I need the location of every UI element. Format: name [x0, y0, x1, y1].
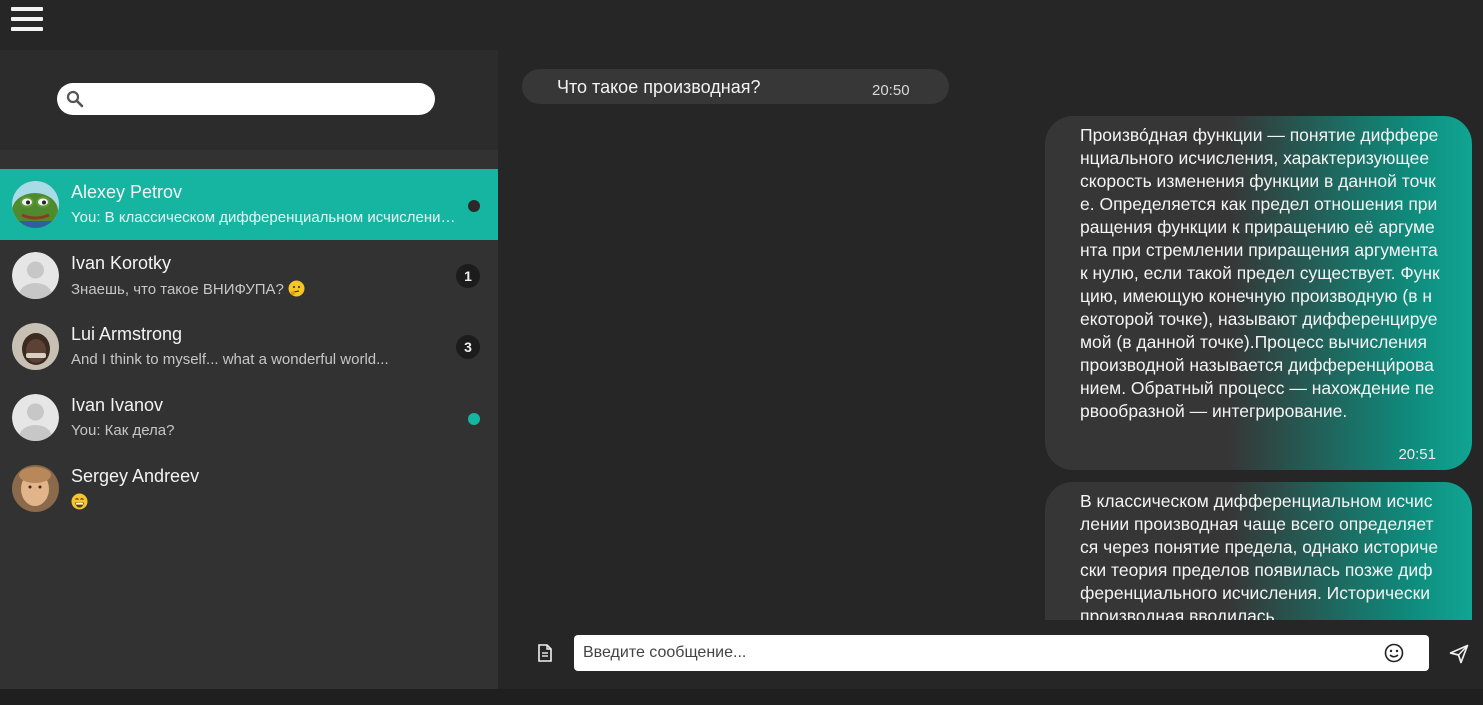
search-box[interactable] — [57, 83, 435, 115]
chat-item-ivan-ivanov[interactable]: Ivan Ivanov You: Как дела? — [0, 382, 498, 453]
chat-name: Ivan Korotky — [71, 253, 172, 273]
chat-name: Sergey Andreev — [71, 466, 200, 486]
send-icon[interactable] — [1449, 644, 1469, 664]
status-dot — [468, 413, 480, 425]
chat-name: Ivan Ivanov — [71, 395, 164, 415]
grinning-face-emoji — [71, 493, 88, 510]
message-text: Произво́дная функции — понятие дифференц… — [1080, 125, 1440, 421]
unread-badge: 1 — [456, 264, 480, 288]
chat-area: Что такое производная? 20:50 Произво́дна… — [498, 50, 1483, 689]
top-bar — [0, 0, 1483, 50]
search-icon — [66, 90, 84, 108]
search-area — [0, 50, 498, 150]
message-time: 20:50 — [872, 82, 910, 99]
sidebar: Alexey Petrov You: В классическом диффер… — [0, 50, 498, 689]
chat-preview: You: В классическом дифференциальном исч… — [71, 209, 457, 226]
chat-name: Lui Armstrong — [71, 324, 183, 344]
message-composer — [498, 620, 1483, 689]
bottom-bar — [0, 689, 1483, 705]
unread-badge: 3 — [456, 335, 480, 359]
message-incoming: Что такое производная? 20:50 — [522, 69, 949, 104]
document-icon[interactable] — [538, 644, 552, 662]
chat-preview: Знаешь, что такое ВНИФУПА? — [71, 280, 457, 298]
chat-preview — [71, 493, 457, 511]
message-box[interactable] — [574, 635, 1429, 671]
chat-preview: And I think to myself... what a wonderfu… — [71, 351, 389, 368]
chat-name: Alexey Petrov — [71, 182, 183, 202]
chat-preview: You: Как дела? — [71, 422, 175, 439]
photo-avatar — [12, 323, 59, 370]
chat-preview-text: Знаешь, что такое ВНИФУПА? — [71, 281, 284, 298]
hamburger-menu-icon[interactable] — [11, 7, 44, 34]
chat-item-lui-armstrong[interactable]: Lui Armstrong And I think to myself... w… — [0, 311, 498, 382]
message-time: 20:51 — [1398, 446, 1436, 463]
chat-item-alexey-petrov[interactable]: Alexey Petrov You: В классическом диффер… — [0, 169, 498, 240]
message-text: Что такое производная? — [557, 77, 761, 97]
avatar — [12, 181, 59, 228]
search-input[interactable] — [91, 87, 421, 111]
status-dot — [468, 200, 480, 212]
message-outgoing: Произво́дная функции — понятие дифференц… — [1045, 116, 1472, 470]
message-text: В классическом дифференциальном исчислен… — [1080, 491, 1439, 626]
photo-avatar — [12, 465, 59, 512]
default-user-avatar — [12, 394, 59, 441]
thinking-face-emoji — [288, 280, 305, 297]
chat-list: Alexey Petrov You: В классическом диффер… — [0, 169, 498, 524]
message-input[interactable] — [583, 642, 1373, 664]
smiley-icon[interactable] — [1384, 643, 1404, 663]
chat-item-sergey-andreev[interactable]: Sergey Andreev — [0, 453, 498, 524]
chat-item-ivan-korotky[interactable]: Ivan Korotky Знаешь, что такое ВНИФУПА? … — [0, 240, 498, 311]
default-user-avatar — [12, 252, 59, 299]
